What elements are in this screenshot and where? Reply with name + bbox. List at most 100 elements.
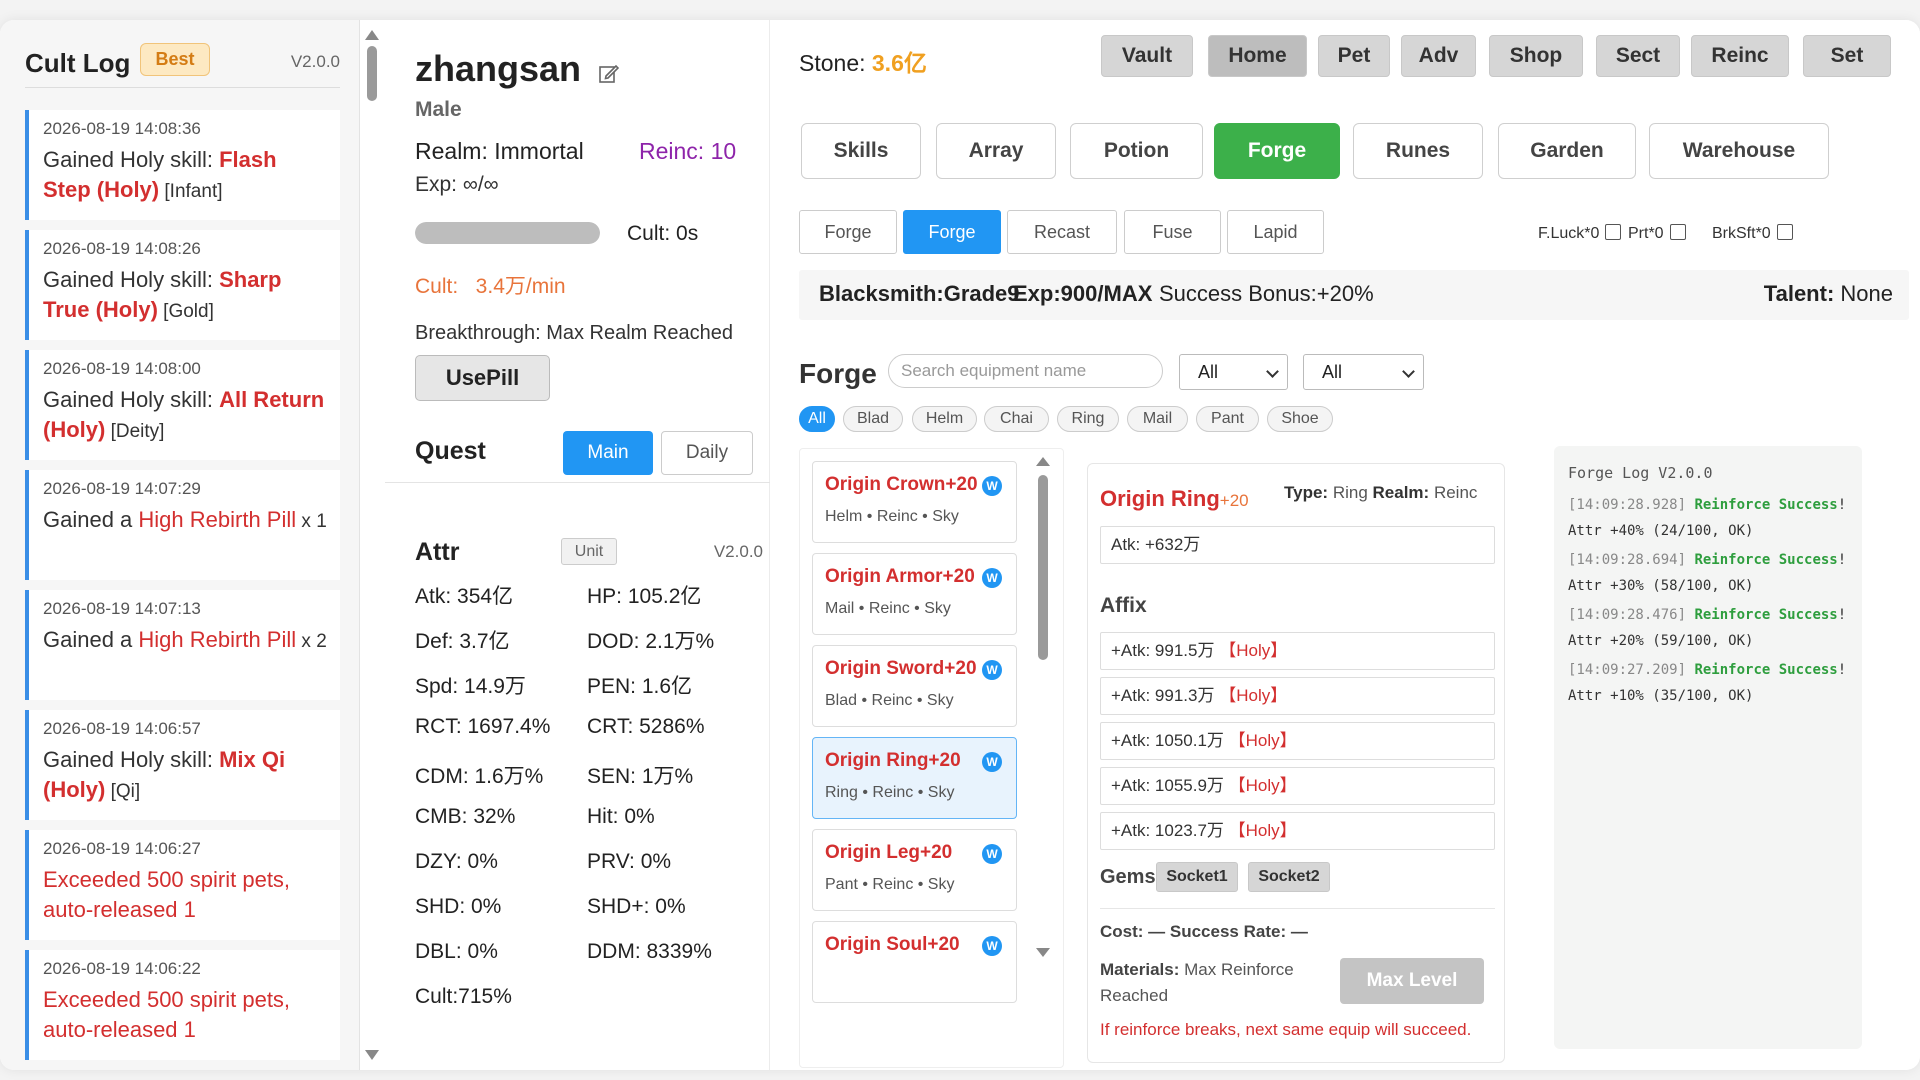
equipment-card[interactable]: Origin Leg+20 W Pant • Reinc • Sky — [812, 829, 1017, 911]
option-checkbox[interactable]: F.Luck*0 — [1538, 224, 1622, 243]
filter-select-1[interactable]: All — [1179, 354, 1288, 390]
log-scrollbar[interactable] — [365, 30, 379, 1060]
nav-adv-button[interactable]: Adv — [1401, 35, 1476, 77]
unit-toggle-button[interactable]: Unit — [561, 538, 617, 565]
breakthrough-status: Breakthrough: Max Realm Reached — [415, 322, 733, 344]
cult-progress-bar — [415, 222, 600, 244]
subnav-array-tab[interactable]: Array — [936, 123, 1056, 179]
nav-set-button[interactable]: Set — [1803, 35, 1891, 77]
option-checkbox[interactable]: Prt*0 — [1628, 224, 1686, 243]
chip-helm[interactable]: Helm — [912, 406, 977, 432]
log-timestamp: [14:09:28.928] — [1568, 497, 1695, 513]
log-text: Gained a High Rebirth Pill x 2 — [43, 625, 328, 657]
edit-icon[interactable] — [597, 62, 621, 86]
quest-daily-tab[interactable]: Daily — [661, 431, 753, 475]
nav-shop-button[interactable]: Shop — [1489, 35, 1583, 77]
main-panel: Stone: 3.6亿 Vault Home Pet Adv Shop Sect Reinc… — [771, 20, 1920, 1070]
socket2-button[interactable]: Socket2 — [1248, 862, 1330, 892]
scroll-thumb[interactable] — [1038, 475, 1048, 660]
equipment-card[interactable]: Origin Ring+20 W Ring • Reinc • Sky — [812, 737, 1017, 819]
nav-reinc-button[interactable]: Reinc — [1691, 35, 1789, 77]
success-bonus: Success Bonus:+20% — [1159, 281, 1374, 306]
log-entry: 2026-08-19 14:08:36 Gained Holy skill: Fl… — [25, 110, 340, 220]
scroll-thumb[interactable] — [367, 46, 377, 101]
filter-select-2[interactable]: All — [1303, 354, 1424, 390]
chip-shoe[interactable]: Shoe — [1267, 406, 1333, 432]
subnav-runes-tab[interactable]: Runes — [1353, 123, 1483, 179]
forge-tab-lapid[interactable]: Lapid — [1227, 210, 1324, 254]
attr-item: Spd: 14.9万 — [415, 675, 526, 698]
nav-home-button[interactable]: Home — [1208, 35, 1307, 77]
equipment-scrollbar[interactable] — [1036, 457, 1050, 957]
socket1-button[interactable]: Socket1 — [1156, 862, 1238, 892]
scroll-up-arrow-icon[interactable] — [365, 30, 379, 40]
log-suffix: [Gold] — [157, 301, 214, 322]
forge-tab-recast[interactable]: Recast — [1007, 210, 1117, 254]
weapon-badge-icon: W — [982, 568, 1002, 588]
forge-tab-forge[interactable]: Forge — [799, 210, 897, 254]
quest-main-tab[interactable]: Main — [563, 431, 653, 475]
equipment-name: Origin Leg+20 — [825, 842, 953, 863]
equipment-search-input[interactable]: Search equipment name — [888, 354, 1163, 388]
chip-mail[interactable]: Mail — [1127, 406, 1188, 432]
affix-title: Affix — [1100, 594, 1147, 617]
equipment-card[interactable]: Origin Armor+20 W Mail • Reinc • Sky — [812, 553, 1017, 635]
log-list[interactable]: 2026-08-19 14:08:36 Gained Holy skill: Fl… — [25, 110, 340, 1070]
affix-stat: +Atk: 991.3万 — [1111, 686, 1215, 705]
option-checkbox[interactable]: BrkSft*0 — [1712, 224, 1793, 243]
scroll-up-arrow-icon[interactable] — [1036, 457, 1050, 466]
base-stat: Atk: +632万 — [1100, 526, 1495, 564]
option-label: BrkSft*0 — [1712, 225, 1771, 242]
log-text: Gained Holy skill: All Return (Holy) [De… — [43, 385, 328, 447]
attr-item: CDM: 1.6万% — [415, 765, 544, 788]
nav-sect-button[interactable]: Sect — [1596, 35, 1680, 77]
attr-version: V2.0.0 — [713, 542, 763, 561]
chip-ring[interactable]: Ring — [1057, 406, 1119, 432]
affix-tag: 【Holy】 — [1214, 641, 1288, 660]
subnav-forge-tab[interactable]: Forge — [1214, 123, 1340, 179]
scroll-down-arrow-icon[interactable] — [365, 1050, 379, 1060]
checkbox-icon[interactable] — [1605, 224, 1622, 240]
subnav-warehouse-tab[interactable]: Warehouse — [1649, 123, 1829, 179]
scroll-down-arrow-icon[interactable] — [1036, 948, 1050, 957]
character-exp: Exp: ∞/∞ — [415, 173, 499, 196]
log-suffix: x 2 — [296, 631, 327, 652]
equipment-card[interactable]: Origin Soul+20 W — [812, 921, 1017, 1003]
log-time: 2026-08-19 14:06:57 — [43, 719, 201, 738]
max-level-button[interactable]: Max Level — [1340, 958, 1484, 1004]
equipment-card[interactable]: Origin Sword+20 W Blad • Reinc • Sky — [812, 645, 1017, 727]
subnav-potion-tab[interactable]: Potion — [1070, 123, 1203, 179]
equipment-name: Origin Soul+20 — [825, 934, 960, 955]
forge-tab-forge[interactable]: Forge — [903, 210, 1001, 254]
chip-chai[interactable]: Chai — [984, 406, 1049, 432]
blacksmith-grade: Blacksmith:Grade9 — [819, 281, 1020, 306]
attr-item: Cult:715% — [415, 985, 512, 1008]
divider — [1100, 908, 1495, 909]
log-highlight: High Rebirth Pill — [138, 627, 297, 652]
chip-pant[interactable]: Pant — [1196, 406, 1259, 432]
equipment-meta: Helm • Reinc • Sky — [825, 508, 959, 525]
log-timestamp: [14:09:28.476] — [1568, 607, 1695, 623]
affix-row: +Atk: 991.3万 【Holy】 — [1100, 677, 1495, 715]
log-highlight: High Rebirth Pill — [138, 507, 297, 532]
subnav-skills-tab[interactable]: Skills — [801, 123, 921, 179]
nav-vault-button[interactable]: Vault — [1101, 35, 1193, 77]
log-prefix: Gained Holy skill: — [43, 147, 220, 172]
break-note: If reinforce breaks, next same equip wil… — [1100, 1020, 1472, 1039]
checkbox-icon[interactable] — [1776, 224, 1793, 240]
log-timestamp: [14:09:28.694] — [1568, 552, 1695, 568]
equipment-card[interactable]: Origin Crown+20 W Helm • Reinc • Sky — [812, 461, 1017, 543]
log-result: Reinforce Success — [1694, 662, 1838, 678]
checkbox-icon[interactable] — [1669, 224, 1686, 240]
equipment-list[interactable]: Origin Crown+20 W Helm • Reinc • Sky Origin… — [799, 448, 1064, 1068]
chip-blad[interactable]: Blad — [843, 406, 903, 432]
subnav-garden-tab[interactable]: Garden — [1498, 123, 1636, 179]
detail-name: Origin Ring+20 — [1100, 486, 1249, 511]
log-suffix: [Qi] — [105, 781, 141, 802]
forge-tab-fuse[interactable]: Fuse — [1124, 210, 1221, 254]
equipment-meta: Mail • Reinc • Sky — [825, 600, 951, 617]
chip-all[interactable]: All — [799, 406, 835, 432]
use-pill-button[interactable]: UsePill — [415, 355, 550, 401]
log-suffix: [Deity] — [105, 421, 165, 442]
nav-pet-button[interactable]: Pet — [1318, 35, 1390, 77]
